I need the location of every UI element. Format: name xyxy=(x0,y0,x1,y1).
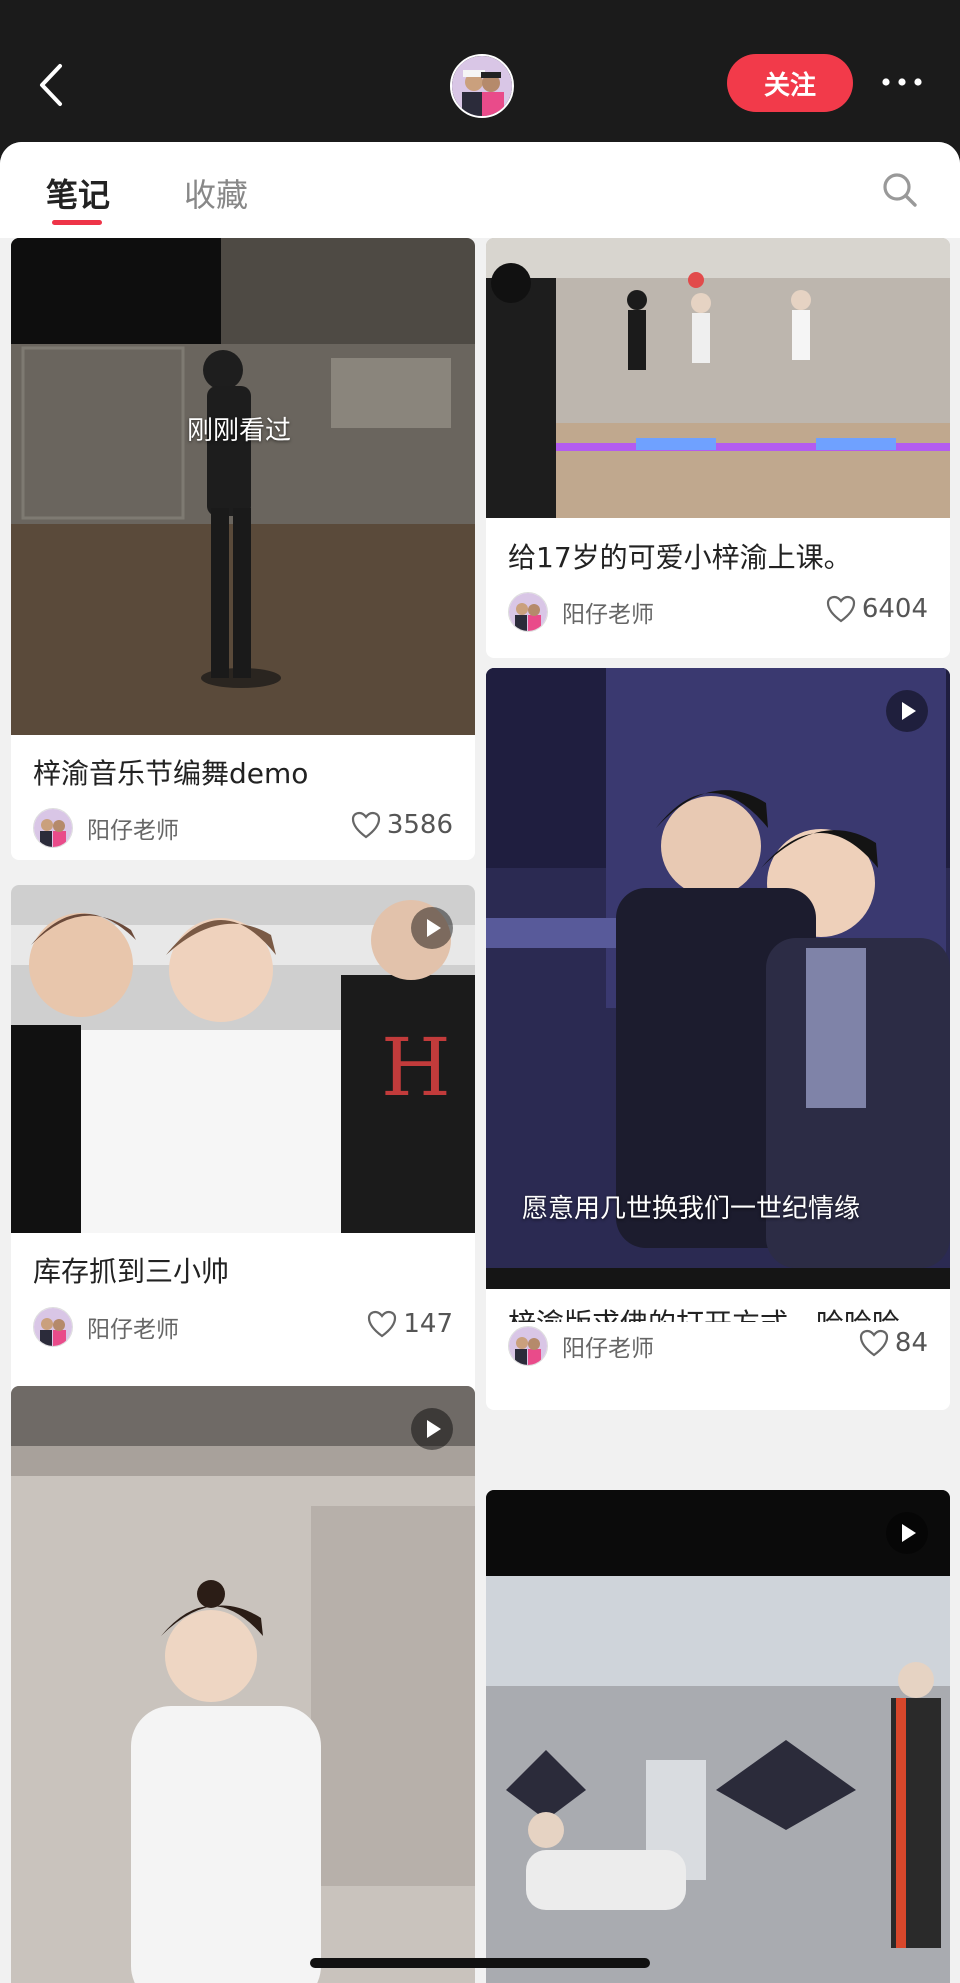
like-button[interactable]: 84 xyxy=(859,1328,928,1358)
note-thumbnail xyxy=(11,238,475,735)
video-caption: 愿意用几世换我们一世纪情缘 xyxy=(522,1194,861,1224)
author-name: 阳仔老师 xyxy=(562,602,654,628)
recently-viewed-label: 刚刚看过 xyxy=(187,416,292,446)
tab-bar: 笔记 收藏 xyxy=(0,142,960,238)
author-info[interactable]: 阳仔老师 xyxy=(508,1326,654,1366)
video-play-icon xyxy=(886,690,928,732)
like-count: 6404 xyxy=(861,594,928,624)
like-button[interactable]: 147 xyxy=(367,1309,453,1339)
active-tab-indicator xyxy=(52,220,102,225)
like-button[interactable]: 6404 xyxy=(826,594,928,624)
note-card[interactable]: 给17岁的可爱小梓渝上课。 阳仔老师 6404 xyxy=(486,238,950,658)
author-name: 阳仔老师 xyxy=(87,1317,179,1343)
video-play-icon xyxy=(411,907,453,949)
tab-notes[interactable]: 笔记 xyxy=(46,170,110,216)
follow-button[interactable]: 关注 xyxy=(727,54,853,112)
top-bar: 关注 xyxy=(0,0,960,142)
note-title: 梓渝音乐节编舞demo xyxy=(33,757,309,790)
more-options-icon[interactable] xyxy=(878,70,926,94)
heart-icon xyxy=(368,1310,397,1338)
search-icon[interactable] xyxy=(880,170,920,210)
note-card[interactable] xyxy=(11,1386,475,1983)
heart-icon xyxy=(859,1329,889,1357)
note-title: 库存抓到三小帅 xyxy=(33,1255,230,1288)
author-avatar xyxy=(508,592,548,632)
video-play-icon xyxy=(411,1408,453,1450)
author-avatar xyxy=(33,808,73,848)
tab-favorites[interactable]: 收藏 xyxy=(184,170,248,216)
note-title: 给17岁的可爱小梓渝上课。 xyxy=(508,541,852,574)
author-name: 阳仔老师 xyxy=(562,1336,654,1362)
note-card[interactable]: 愿意用几世换我们一世纪情缘 梓渝版求佛的打开方式。哈哈哈 xyxy=(486,668,950,1332)
profile-avatar[interactable] xyxy=(450,54,514,118)
note-thumbnail xyxy=(486,238,950,518)
note-card[interactable]: 刚刚看过 梓渝音乐节编舞demo 阳仔老师 3586 xyxy=(11,238,475,860)
author-info[interactable]: 阳仔老师 xyxy=(508,592,654,632)
like-count: 84 xyxy=(894,1328,928,1358)
video-play-icon xyxy=(886,1512,928,1554)
svg-text:H: H xyxy=(381,1021,451,1114)
author-avatar xyxy=(508,1326,548,1366)
home-indicator xyxy=(310,1958,650,1968)
like-button[interactable]: 3586 xyxy=(351,810,453,840)
heart-icon xyxy=(351,811,380,839)
note-card-footer[interactable]: 阳仔老师 84 xyxy=(486,1322,950,1410)
note-thumbnail xyxy=(11,1386,475,1983)
author-name: 阳仔老师 xyxy=(87,818,179,844)
like-count: 147 xyxy=(403,1309,453,1339)
author-info[interactable]: 阳仔老师 xyxy=(33,1307,179,1347)
note-card[interactable] xyxy=(486,1490,950,1983)
like-count: 3586 xyxy=(386,810,453,840)
note-thumbnail xyxy=(486,1490,950,1983)
note-thumbnail: H xyxy=(11,885,475,1233)
author-avatar xyxy=(33,1307,73,1347)
author-info[interactable]: 阳仔老师 xyxy=(33,808,179,848)
heart-icon xyxy=(826,595,855,623)
back-chevron-icon[interactable] xyxy=(34,60,70,110)
content-sheet: 笔记 收藏 刚刚看过 梓渝音乐节编舞demo 阳仔老师 3586 H 库存抓到三… xyxy=(0,142,960,1983)
